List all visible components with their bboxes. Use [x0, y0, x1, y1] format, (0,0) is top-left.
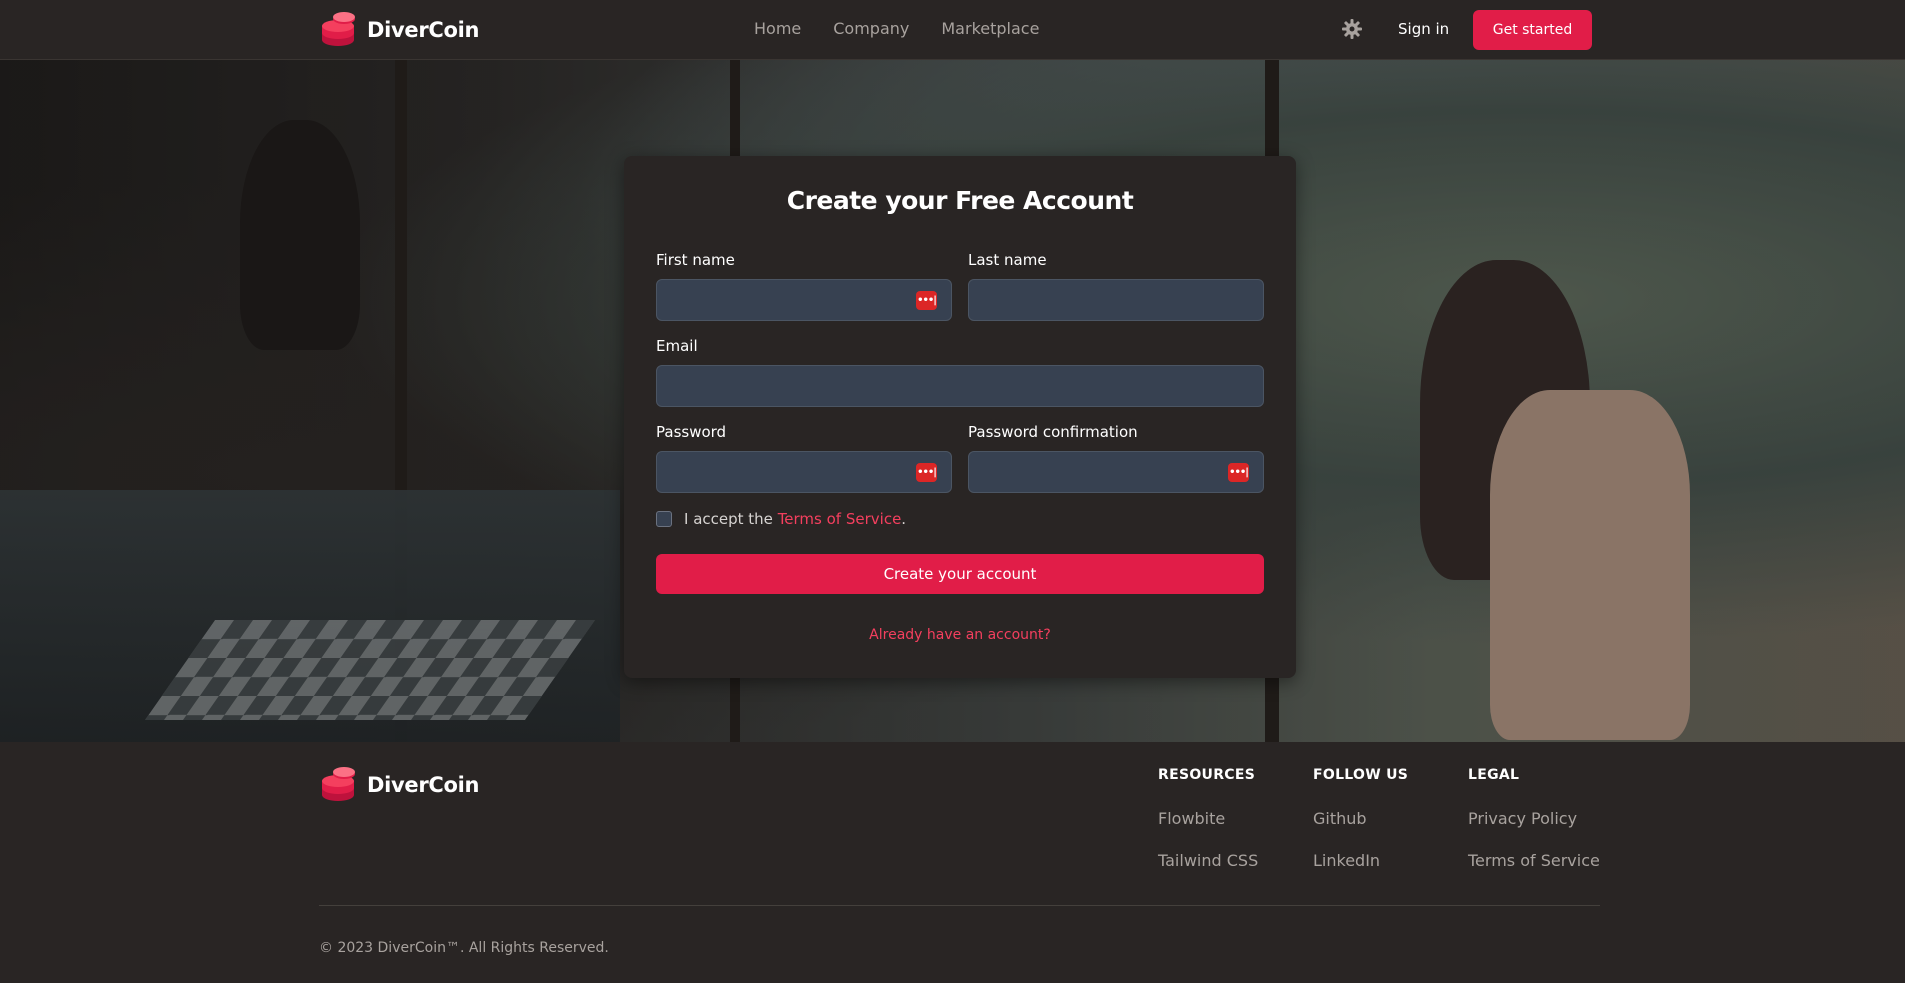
- create-account-button[interactable]: Create your account: [656, 554, 1264, 594]
- nav-link-company[interactable]: Company: [833, 19, 909, 38]
- last-name-label: Last name: [968, 251, 1047, 269]
- first-name-label: First name: [656, 251, 735, 269]
- terms-of-service-link[interactable]: Terms of Service: [778, 510, 902, 528]
- form-title: Create your Free Account: [786, 186, 1134, 215]
- main-nav: Home Company Marketplace: [754, 19, 1039, 38]
- terms-row: I accept the Terms of Service.: [656, 510, 906, 528]
- last-name-input[interactable]: [968, 279, 1264, 321]
- chair-jacket-silhouette: [1490, 390, 1690, 740]
- password-manager-icon[interactable]: •••|: [916, 463, 937, 482]
- brand-name: DiverCoin: [367, 18, 480, 42]
- navbar: DiverCoin Home Company Marketplace Sign …: [0, 0, 1905, 60]
- footer-link-tailwind[interactable]: Tailwind CSS: [1158, 851, 1258, 870]
- footer-link-linkedin[interactable]: LinkedIn: [1313, 851, 1408, 870]
- signup-card: Create your Free Account First name •••|…: [624, 156, 1296, 678]
- footer-link-github[interactable]: Github: [1313, 809, 1408, 828]
- password-label: Password: [656, 423, 727, 441]
- email-label: Email: [656, 337, 698, 355]
- nav-link-home[interactable]: Home: [754, 19, 801, 38]
- get-started-button[interactable]: Get started: [1473, 10, 1592, 50]
- copyright-text: © 2023 DiverCoin™. All Rights Reserved.: [319, 940, 609, 956]
- terms-text: I accept the Terms of Service.: [684, 510, 906, 528]
- coins-icon: [322, 12, 355, 46]
- footer-heading: FOLLOW US: [1313, 767, 1409, 783]
- terms-checkbox[interactable]: [656, 511, 672, 527]
- footer: DiverCoin RESOURCES Flowbite Tailwind CS…: [0, 742, 1905, 983]
- footer-column-legal: LEGAL Privacy Policy Terms of Service: [1468, 767, 1600, 870]
- password-manager-icon[interactable]: •••|: [1228, 463, 1249, 482]
- coins-icon: [322, 767, 355, 801]
- password-manager-icon[interactable]: •••|: [916, 291, 937, 310]
- terms-prefix: I accept the: [684, 510, 773, 528]
- sign-in-link[interactable]: Sign in: [1398, 20, 1449, 38]
- footer-link-terms[interactable]: Terms of Service: [1468, 851, 1600, 870]
- office-worker-silhouette: [240, 120, 360, 350]
- already-have-account-link[interactable]: Already have an account?: [624, 627, 1296, 643]
- footer-heading: LEGAL: [1468, 767, 1520, 783]
- footer-divider: [319, 905, 1600, 906]
- footer-link-privacy[interactable]: Privacy Policy: [1468, 809, 1600, 828]
- footer-link-flowbite[interactable]: Flowbite: [1158, 809, 1258, 828]
- footer-heading: RESOURCES: [1158, 767, 1256, 783]
- brand-logo-link[interactable]: DiverCoin: [319, 11, 480, 49]
- nav-link-marketplace[interactable]: Marketplace: [941, 19, 1039, 38]
- theme-toggle-button[interactable]: [1340, 17, 1364, 41]
- footer-brand-link[interactable]: DiverCoin: [319, 766, 480, 804]
- footer-column-follow-us: FOLLOW US Github LinkedIn: [1313, 767, 1408, 870]
- chessboard: [144, 620, 596, 720]
- email-input[interactable]: [656, 365, 1264, 407]
- password-input[interactable]: •••|: [656, 451, 952, 493]
- first-name-input[interactable]: •••|: [656, 279, 952, 321]
- password-confirmation-input[interactable]: •••|: [968, 451, 1264, 493]
- gear-icon: [1342, 19, 1362, 39]
- footer-brand-name: DiverCoin: [367, 773, 480, 797]
- footer-column-resources: RESOURCES Flowbite Tailwind CSS: [1158, 767, 1258, 870]
- terms-suffix: .: [901, 510, 907, 528]
- password-confirmation-label: Password confirmation: [968, 423, 1138, 441]
